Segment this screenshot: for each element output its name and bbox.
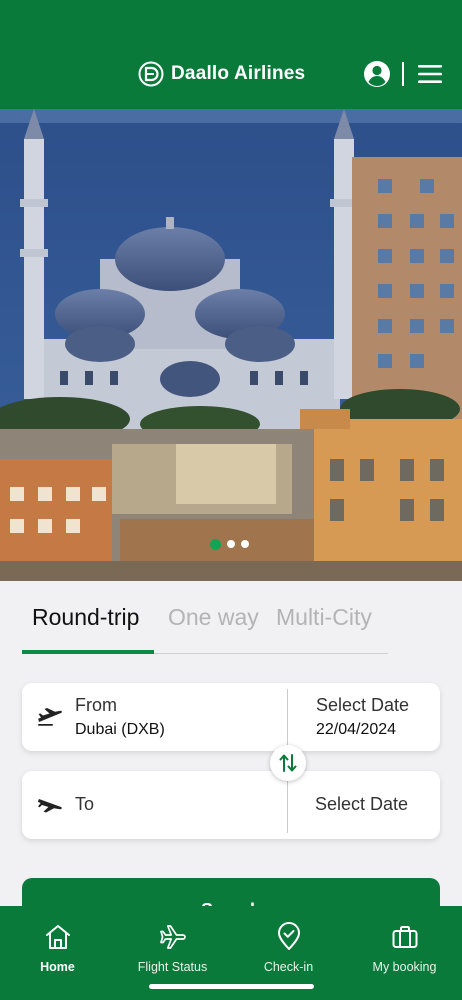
nav-label-check-in: Check-in (263, 960, 314, 974)
departure-date-value[interactable]: 22/04/2024 (316, 721, 396, 739)
from-airport-value[interactable]: Dubai (DXB) (75, 721, 165, 739)
brand-name: Daallo Airlines (171, 63, 306, 84)
active-tab-indicator (22, 650, 154, 654)
carousel-dots[interactable] (210, 539, 249, 550)
trip-type-tabs: Round-trip One way Multi-City (22, 600, 388, 654)
carousel-dot[interactable] (227, 540, 235, 548)
plane-takeoff-icon (38, 708, 62, 726)
tab-round-trip[interactable]: Round-trip (32, 604, 139, 631)
from-card: From Dubai (DXB) Select Date 22/04/2024 (22, 683, 440, 751)
account-circle-icon[interactable] (363, 60, 391, 88)
header-divider (402, 62, 404, 86)
nav-label-flight-status: Flight Status (137, 960, 208, 974)
brand[interactable]: Daallo Airlines (138, 61, 305, 87)
briefcase-icon (392, 926, 417, 948)
plane-landing-icon (37, 799, 62, 813)
nav-item-my-booking[interactable]: My booking (347, 906, 462, 1000)
tab-multi-city[interactable]: Multi-City (276, 604, 372, 631)
tab-one-way[interactable]: One way (168, 604, 259, 631)
daallo-logo-icon (138, 61, 164, 87)
from-label: From (75, 695, 117, 715)
hero-carousel[interactable] (0, 109, 462, 581)
home-icon (45, 925, 70, 949)
departure-date-label[interactable]: Select Date (316, 695, 409, 716)
card-divider (287, 777, 288, 833)
carousel-dot[interactable] (241, 540, 249, 548)
home-indicator (149, 984, 314, 989)
swap-airports-button[interactable] (270, 745, 306, 781)
return-date-label[interactable]: Select Date (315, 794, 408, 815)
carousel-dot-active[interactable] (210, 539, 221, 550)
swap-vertical-icon (279, 754, 297, 772)
nav-item-home[interactable]: Home (0, 906, 115, 1000)
hamburger-menu-icon[interactable] (417, 63, 443, 85)
card-divider (287, 689, 288, 745)
hero-image (0, 109, 462, 581)
nav-label-my-booking: My booking (372, 960, 437, 974)
location-check-icon (277, 922, 300, 950)
to-card: To Select Date (22, 771, 440, 839)
airplane-icon (159, 925, 186, 949)
to-label[interactable]: To (75, 794, 94, 815)
app-header: Daallo Airlines (0, 0, 462, 109)
nav-label-home: Home (40, 960, 75, 974)
